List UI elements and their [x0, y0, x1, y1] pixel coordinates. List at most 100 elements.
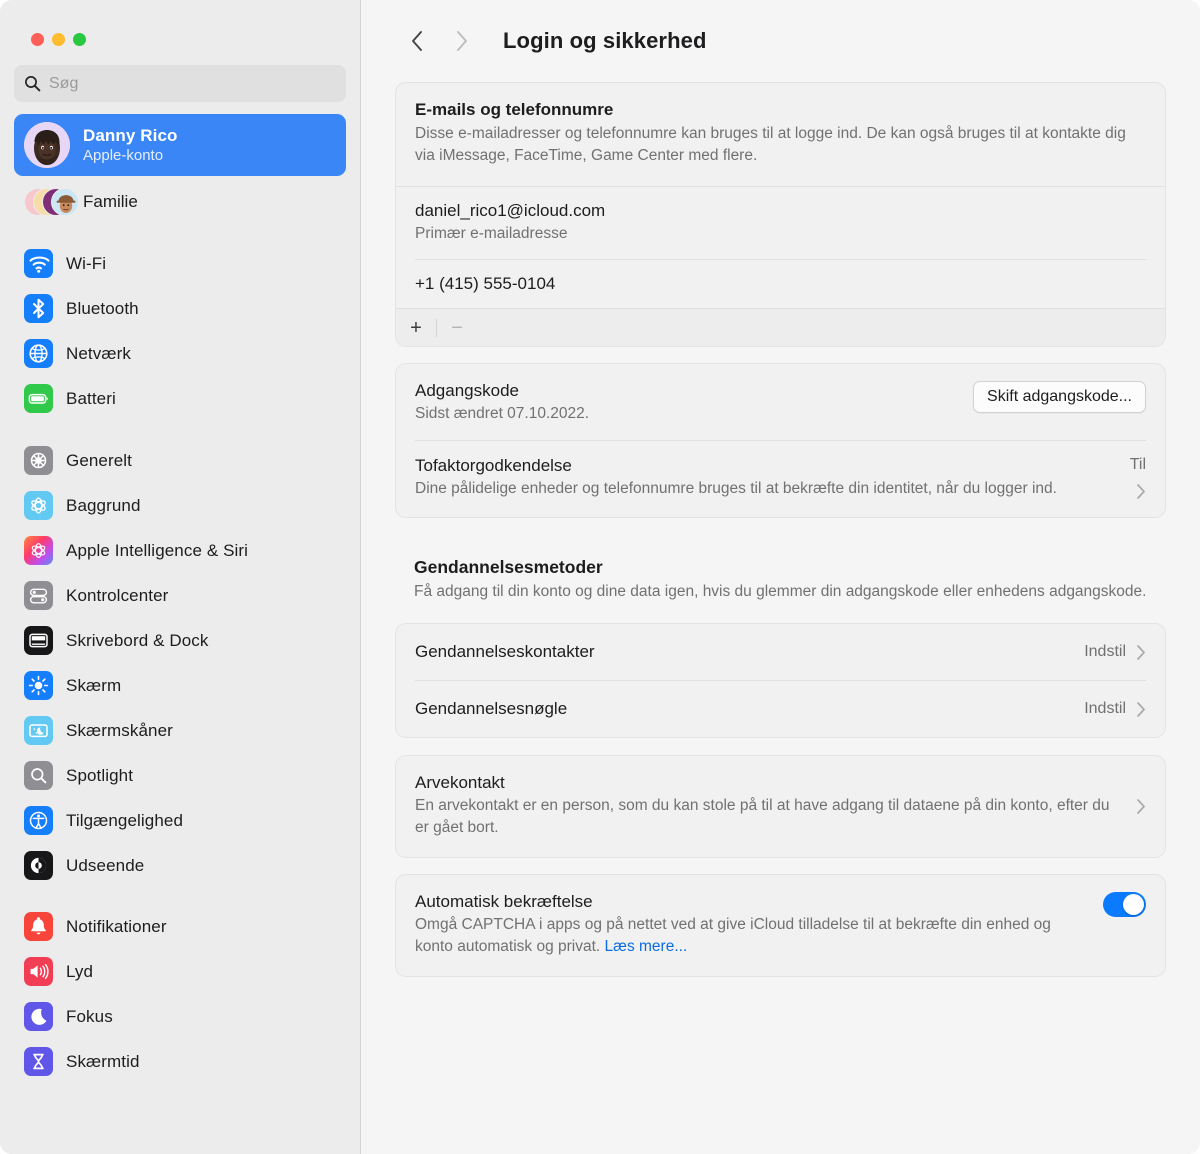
sidebar-item-label: Netværk — [66, 343, 131, 363]
search-input[interactable] — [49, 74, 336, 93]
legacy-contact-right — [1136, 798, 1146, 815]
auto-verification-description-text: Omgå CAPTCHA i apps og på nettet ved at … — [415, 916, 1051, 955]
zoom-button[interactable] — [73, 33, 86, 46]
two-factor-description: Dine pålidelige enheder og telefonnumre … — [415, 480, 1057, 497]
recovery-key-title: Gendannelsesnøgle — [415, 699, 568, 718]
sidebar: Danny Rico Apple-konto — [0, 0, 361, 1154]
sidebar-item-control-center[interactable]: Kontrolcenter — [14, 573, 346, 618]
recovery-key-main: Gendannelsesnøgle — [415, 699, 1072, 719]
email-address: daniel_rico1@icloud.com — [415, 201, 606, 220]
search-container — [0, 46, 360, 102]
sidebar-item-wifi[interactable]: Wi-Fi — [14, 241, 346, 286]
sidebar-item-label: Skrivebord & Dock — [66, 630, 209, 650]
sidebar-item-label: Tilgængelighed — [66, 810, 184, 830]
recovery-key-right: Indstil — [1084, 700, 1146, 718]
recovery-contacts-title: Gendannelseskontakter — [415, 642, 595, 661]
gear-icon — [24, 446, 53, 475]
screen-time-hourglass-icon — [24, 1047, 53, 1076]
email-row[interactable]: daniel_rico1@icloud.com Primær e-mailadr… — [396, 187, 1165, 259]
account-text: Danny Rico Apple-konto — [83, 126, 178, 164]
sidebar-item-label: Skærm — [66, 675, 122, 695]
sidebar-item-apple-intelligence-siri[interactable]: Apple Intelligence & Siri — [14, 528, 346, 573]
change-password-button[interactable]: Skift adgangskode... — [973, 381, 1146, 413]
sidebar-item-family[interactable]: Familie — [14, 180, 346, 224]
sidebar-group-alerts: Notifikationer Lyd Fokus Skærmtid — [14, 904, 346, 1084]
two-factor-row[interactable]: Tofaktorgodkendelse Dine pålidelige enhe… — [396, 441, 1165, 517]
back-button[interactable] — [395, 19, 439, 63]
auto-verification-row: Automatisk bekræftelse Omgå CAPTCHA i ap… — [396, 875, 1165, 976]
password-card: Adgangskode Sidst ændret 07.10.2022. Ski… — [395, 363, 1166, 518]
sidebar-item-screen-time[interactable]: Skærmtid — [14, 1039, 346, 1084]
sidebar-item-label: Udseende — [66, 855, 145, 875]
learn-more-link[interactable]: Læs mere... — [605, 938, 688, 955]
remove-button[interactable]: − — [437, 309, 477, 347]
window-traffic-lights — [0, 0, 360, 46]
auto-verification-main: Automatisk bekræftelse Omgå CAPTCHA i ap… — [415, 892, 1091, 958]
sidebar-item-network[interactable]: Netværk — [14, 331, 346, 376]
focus-moon-icon — [24, 1002, 53, 1031]
settings-content: E-mails og telefonnumre Disse e-mailadre… — [361, 82, 1200, 977]
sidebar-item-display[interactable]: Skærm — [14, 663, 346, 708]
bluetooth-icon — [24, 294, 53, 323]
recovery-contacts-row[interactable]: Gendannelseskontakter Indstil — [396, 624, 1165, 680]
search-box[interactable] — [14, 65, 346, 102]
recovery-key-row[interactable]: Gendannelsesnøgle Indstil — [396, 681, 1165, 737]
sidebar-nav: Danny Rico Apple-konto Familie Wi-Fi Blu… — [0, 102, 360, 1084]
close-button[interactable] — [31, 33, 44, 46]
sidebar-group-system: Generelt Baggrund Apple Intelligence & S… — [14, 438, 346, 888]
sidebar-item-general[interactable]: Generelt — [14, 438, 346, 483]
emails-phones-card: E-mails og telefonnumre Disse e-mailadre… — [395, 82, 1166, 347]
two-factor-row-main: Tofaktorgodkendelse Dine pålidelige enhe… — [415, 456, 1118, 500]
add-remove-toolbar: + − — [396, 308, 1165, 346]
add-button[interactable]: + — [396, 309, 436, 347]
sidebar-item-wallpaper[interactable]: Baggrund — [14, 483, 346, 528]
sidebar-item-label: Skærmskåner — [66, 720, 173, 740]
phone-row[interactable]: +1 (415) 555-0104 — [396, 260, 1165, 308]
recovery-description: Få adgang til din konto og dine data ige… — [414, 583, 1147, 600]
sidebar-item-label: Spotlight — [66, 765, 134, 785]
auto-verification-card: Automatisk bekræftelse Omgå CAPTCHA i ap… — [395, 874, 1166, 977]
recovery-contacts-main: Gendannelseskontakter — [415, 642, 1072, 662]
sidebar-item-bluetooth[interactable]: Bluetooth — [14, 286, 346, 331]
sidebar-item-screensaver[interactable]: Skærmskåner — [14, 708, 346, 753]
forward-button[interactable] — [439, 19, 483, 63]
sidebar-item-focus[interactable]: Fokus — [14, 994, 346, 1039]
sidebar-item-appearance[interactable]: Udseende — [14, 843, 346, 888]
chevron-right-icon — [1137, 701, 1145, 717]
auto-verification-toggle[interactable] — [1103, 892, 1146, 917]
accessibility-icon — [24, 806, 53, 835]
email-label: Primær e-mailadresse — [415, 225, 568, 242]
sidebar-item-desktop-dock[interactable]: Skrivebord & Dock — [14, 618, 346, 663]
sound-speaker-icon — [24, 957, 53, 986]
sidebar-item-notifications[interactable]: Notifikationer — [14, 904, 346, 949]
toggle-knob — [1123, 894, 1144, 915]
minimize-button[interactable] — [52, 33, 65, 46]
legacy-contact-card[interactable]: Arvekontakt En arvekontakt er en person,… — [395, 755, 1166, 858]
sidebar-item-label: Kontrolcenter — [66, 585, 169, 605]
appearance-icon — [24, 851, 53, 880]
phone-number: +1 (415) 555-0104 — [415, 274, 556, 293]
legacy-contact-main: Arvekontakt En arvekontakt er en person,… — [415, 773, 1124, 839]
sidebar-item-battery[interactable]: Batteri — [14, 376, 346, 421]
password-row-right: Skift adgangskode... — [973, 381, 1146, 413]
wallpaper-icon — [24, 491, 53, 520]
sidebar-group-connectivity: Wi-Fi Bluetooth Netværk Batteri — [14, 241, 346, 421]
sidebar-item-label: Batteri — [66, 388, 116, 408]
screensaver-icon — [24, 716, 53, 745]
account-subtitle: Apple-konto — [83, 147, 164, 164]
notifications-bell-icon — [24, 912, 53, 941]
recovery-contacts-action: Indstil — [1084, 643, 1126, 660]
search-icon — [25, 76, 41, 92]
sidebar-item-accessibility[interactable]: Tilgængelighed — [14, 798, 346, 843]
sidebar-item-spotlight[interactable]: Spotlight — [14, 753, 346, 798]
sidebar-item-label: Baggrund — [66, 495, 141, 515]
sidebar-item-label: Wi-Fi — [66, 253, 107, 273]
auto-verification-title: Automatisk bekræftelse — [415, 892, 593, 911]
sidebar-item-label: Generelt — [66, 450, 133, 470]
auto-verification-description: Omgå CAPTCHA i apps og på nettet ved at … — [415, 914, 1091, 958]
sidebar-item-apple-account[interactable]: Danny Rico Apple-konto — [14, 114, 346, 176]
sidebar-item-sound[interactable]: Lyd — [14, 949, 346, 994]
recovery-section-header: Gendannelsesmetoder Få adgang til din ko… — [395, 547, 1166, 614]
forward-chevron-icon — [456, 31, 467, 51]
legacy-contact-row[interactable]: Arvekontakt En arvekontakt er en person,… — [396, 756, 1165, 857]
